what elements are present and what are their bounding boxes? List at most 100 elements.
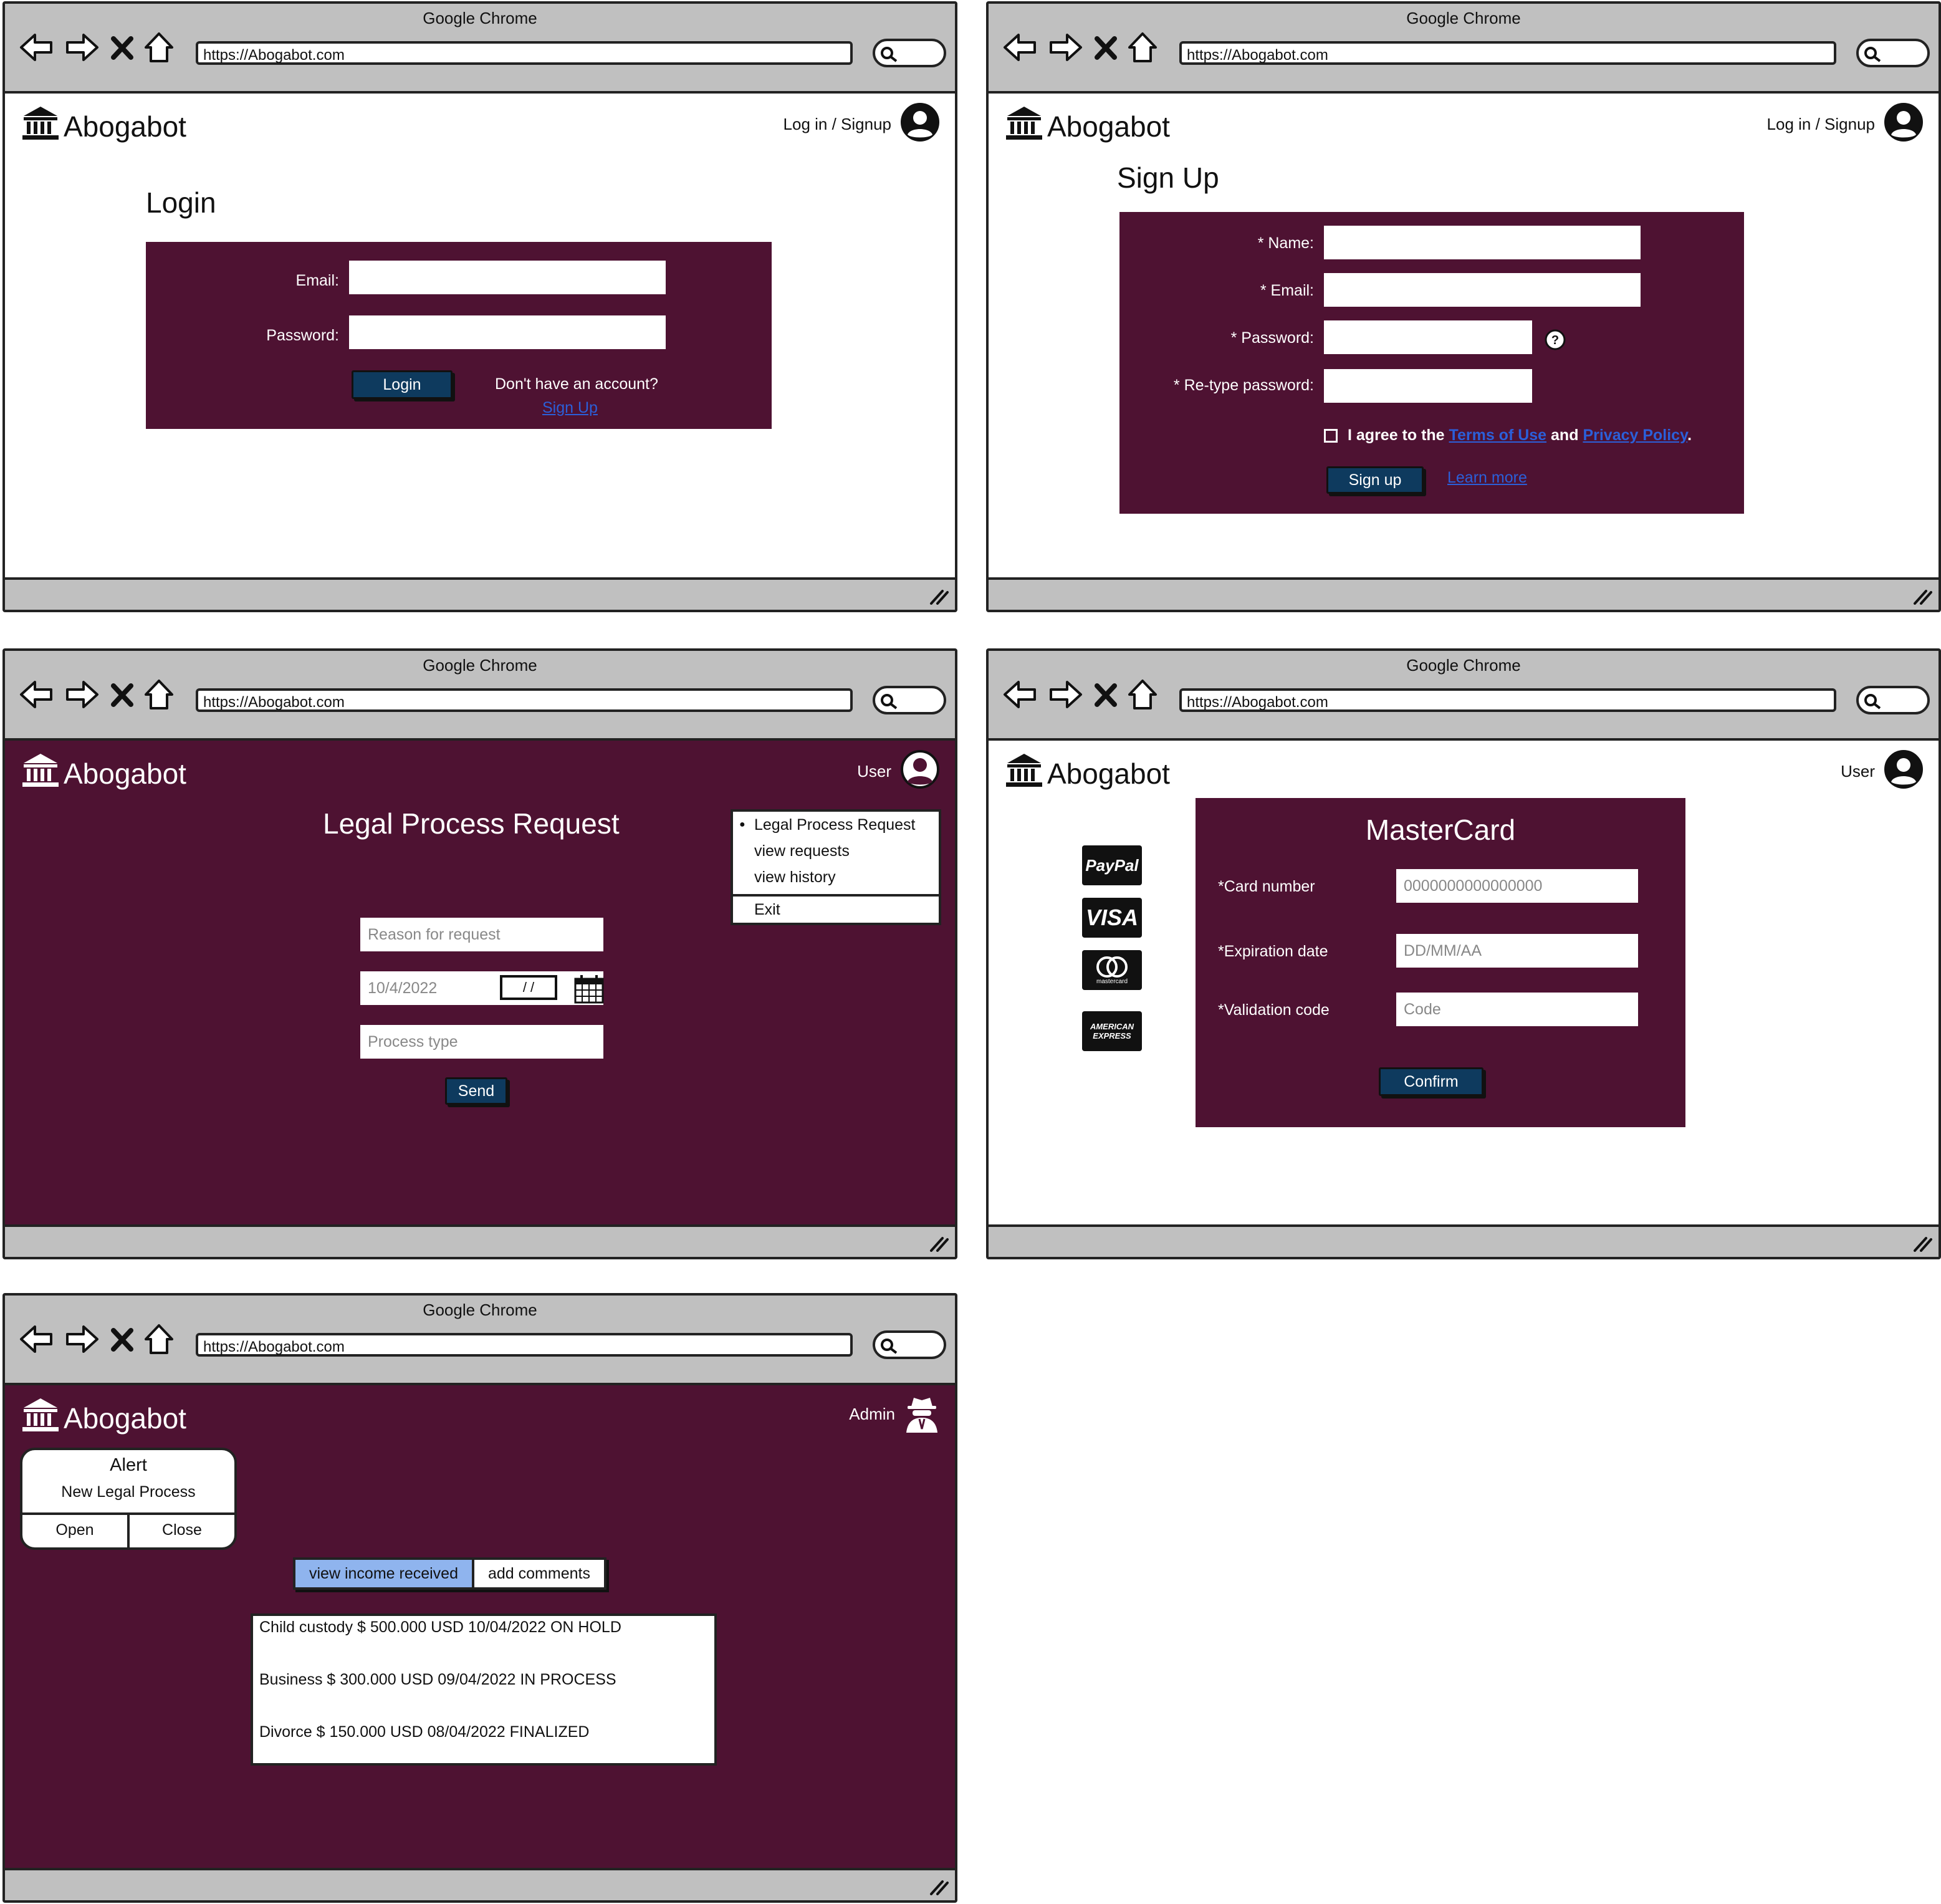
list-item[interactable]: Business $ 300.000 USD 09/04/2022 IN PRO…	[259, 1671, 616, 1689]
back-icon[interactable]	[17, 29, 55, 66]
request-window: Google Chrome https://Abogabot.com Aboga…	[2, 648, 957, 1259]
search-box[interactable]	[1856, 686, 1930, 714]
expiration-date-input[interactable]: DD/MM/AA	[1396, 934, 1638, 968]
forward-icon[interactable]	[64, 676, 101, 713]
help-icon[interactable]: ?	[1545, 329, 1566, 350]
user-avatar-icon[interactable]	[1884, 749, 1924, 789]
resize-grip-icon[interactable]	[929, 1234, 949, 1252]
confirm-button[interactable]: Confirm	[1379, 1067, 1483, 1096]
admin-label[interactable]: Admin	[849, 1405, 895, 1424]
stop-icon[interactable]	[110, 1320, 135, 1358]
login-button[interactable]: Login	[352, 370, 453, 399]
tab-view-income[interactable]: view income received	[295, 1560, 474, 1587]
user-avatar-icon[interactable]	[900, 749, 940, 789]
account-area: Log in / Signup	[784, 102, 940, 147]
calendar-icon[interactable]	[573, 974, 605, 1005]
forward-icon[interactable]	[1047, 676, 1085, 713]
admin-page: Abogabot Admin Alert New Legal Process O…	[5, 1385, 955, 1868]
privacy-link[interactable]: Privacy Policy	[1583, 426, 1687, 444]
login-signup-link[interactable]: Log in / Signup	[784, 115, 891, 134]
brand-logo[interactable]: Abogabot	[21, 1397, 186, 1440]
user-avatar-icon[interactable]	[900, 102, 940, 142]
resize-grip-icon[interactable]	[1912, 1234, 1932, 1252]
address-bar[interactable]: https://Abogabot.com	[196, 41, 853, 65]
card-number-input[interactable]: 0000000000000000	[1396, 869, 1638, 903]
menu-item-legal-process-request[interactable]: Legal Process Request	[733, 812, 939, 838]
forward-icon[interactable]	[64, 1320, 101, 1358]
password-field[interactable]	[1324, 320, 1532, 354]
brand-logo[interactable]: Abogabot	[1005, 105, 1170, 148]
search-box[interactable]	[1856, 39, 1930, 67]
search-box[interactable]	[873, 1330, 946, 1359]
menu-item-exit[interactable]: Exit	[733, 894, 939, 923]
amex-icon[interactable]: AMERICAN EXPRESS	[1082, 1011, 1142, 1051]
user-label[interactable]: User	[857, 762, 891, 781]
alert-close-button[interactable]: Close	[130, 1515, 234, 1547]
agree-checkbox[interactable]	[1324, 429, 1338, 443]
retype-password-field[interactable]	[1324, 369, 1532, 403]
forward-icon[interactable]	[1047, 29, 1085, 66]
address-bar[interactable]: https://Abogabot.com	[196, 1333, 853, 1357]
resize-grip-icon[interactable]	[929, 587, 949, 605]
alert-open-button[interactable]: Open	[22, 1515, 130, 1547]
menu-item-view-history[interactable]: view history	[733, 864, 939, 890]
list-item[interactable]: Child custody $ 500.000 USD 10/04/2022 O…	[259, 1618, 621, 1637]
card-form: MasterCard *Card number 0000000000000000…	[1196, 798, 1685, 1127]
courthouse-icon	[22, 754, 59, 787]
back-icon[interactable]	[17, 676, 55, 713]
search-icon	[881, 1339, 898, 1354]
tab-add-comments[interactable]: add comments	[474, 1560, 604, 1587]
search-box[interactable]	[873, 39, 946, 67]
paypal-icon[interactable]: PayPal	[1082, 845, 1142, 885]
admin-spy-icon[interactable]	[904, 1394, 940, 1434]
login-signup-link[interactable]: Log in / Signup	[1767, 115, 1875, 134]
password-label: Password:	[266, 327, 339, 344]
home-icon[interactable]	[1127, 29, 1158, 66]
terms-link[interactable]: Terms of Use	[1449, 426, 1547, 444]
mastercard-icon[interactable]: mastercard	[1082, 950, 1142, 990]
mastercard-circles-icon	[1096, 956, 1128, 978]
email-field[interactable]	[1324, 273, 1641, 307]
brand-logo[interactable]: Abogabot	[21, 105, 186, 148]
user-label[interactable]: User	[1841, 762, 1875, 781]
brand-logo[interactable]: Abogabot	[1005, 752, 1170, 795]
home-icon[interactable]	[143, 29, 175, 66]
menu-item-view-requests[interactable]: view requests	[733, 838, 939, 864]
stop-icon[interactable]	[110, 29, 135, 66]
back-icon[interactable]	[1001, 676, 1038, 713]
date-spinner[interactable]: / /	[500, 975, 557, 1000]
search-box[interactable]	[873, 686, 946, 714]
resize-grip-icon[interactable]	[929, 1878, 949, 1895]
home-icon[interactable]	[143, 1320, 175, 1358]
reason-input[interactable]: Reason for request	[360, 918, 603, 951]
back-icon[interactable]	[17, 1320, 55, 1358]
validation-code-input[interactable]: Code	[1396, 993, 1638, 1026]
forward-icon[interactable]	[64, 29, 101, 66]
visa-icon[interactable]: VISA	[1082, 898, 1142, 938]
process-type-input[interactable]: Process type	[360, 1025, 603, 1059]
home-icon[interactable]	[1127, 676, 1158, 713]
status-bar	[989, 1224, 1939, 1257]
user-avatar-icon[interactable]	[1884, 102, 1924, 142]
signup-link[interactable]: Sign Up	[542, 399, 598, 417]
email-field[interactable]	[349, 261, 666, 294]
brand-logo[interactable]: Abogabot	[21, 752, 186, 795]
stop-icon[interactable]	[110, 676, 135, 713]
name-field[interactable]	[1324, 226, 1641, 259]
address-bar[interactable]: https://Abogabot.com	[196, 688, 853, 712]
send-button[interactable]: Send	[445, 1077, 507, 1105]
date-input[interactable]: 10/4/2022 / /	[360, 971, 603, 1005]
address-bar[interactable]: https://Abogabot.com	[1179, 688, 1836, 712]
resize-grip-icon[interactable]	[1912, 587, 1932, 605]
signup-button[interactable]: Sign up	[1326, 466, 1424, 494]
learn-more-link[interactable]: Learn more	[1447, 469, 1527, 487]
account-area: User	[857, 749, 940, 794]
account-area: Log in / Signup	[1767, 102, 1924, 147]
stop-icon[interactable]	[1093, 676, 1118, 713]
address-bar[interactable]: https://Abogabot.com	[1179, 41, 1836, 65]
list-item[interactable]: Divorce $ 150.000 USD 08/04/2022 FINALIZ…	[259, 1723, 589, 1741]
stop-icon[interactable]	[1093, 29, 1118, 66]
back-icon[interactable]	[1001, 29, 1038, 66]
password-field[interactable]	[349, 315, 666, 349]
home-icon[interactable]	[143, 676, 175, 713]
